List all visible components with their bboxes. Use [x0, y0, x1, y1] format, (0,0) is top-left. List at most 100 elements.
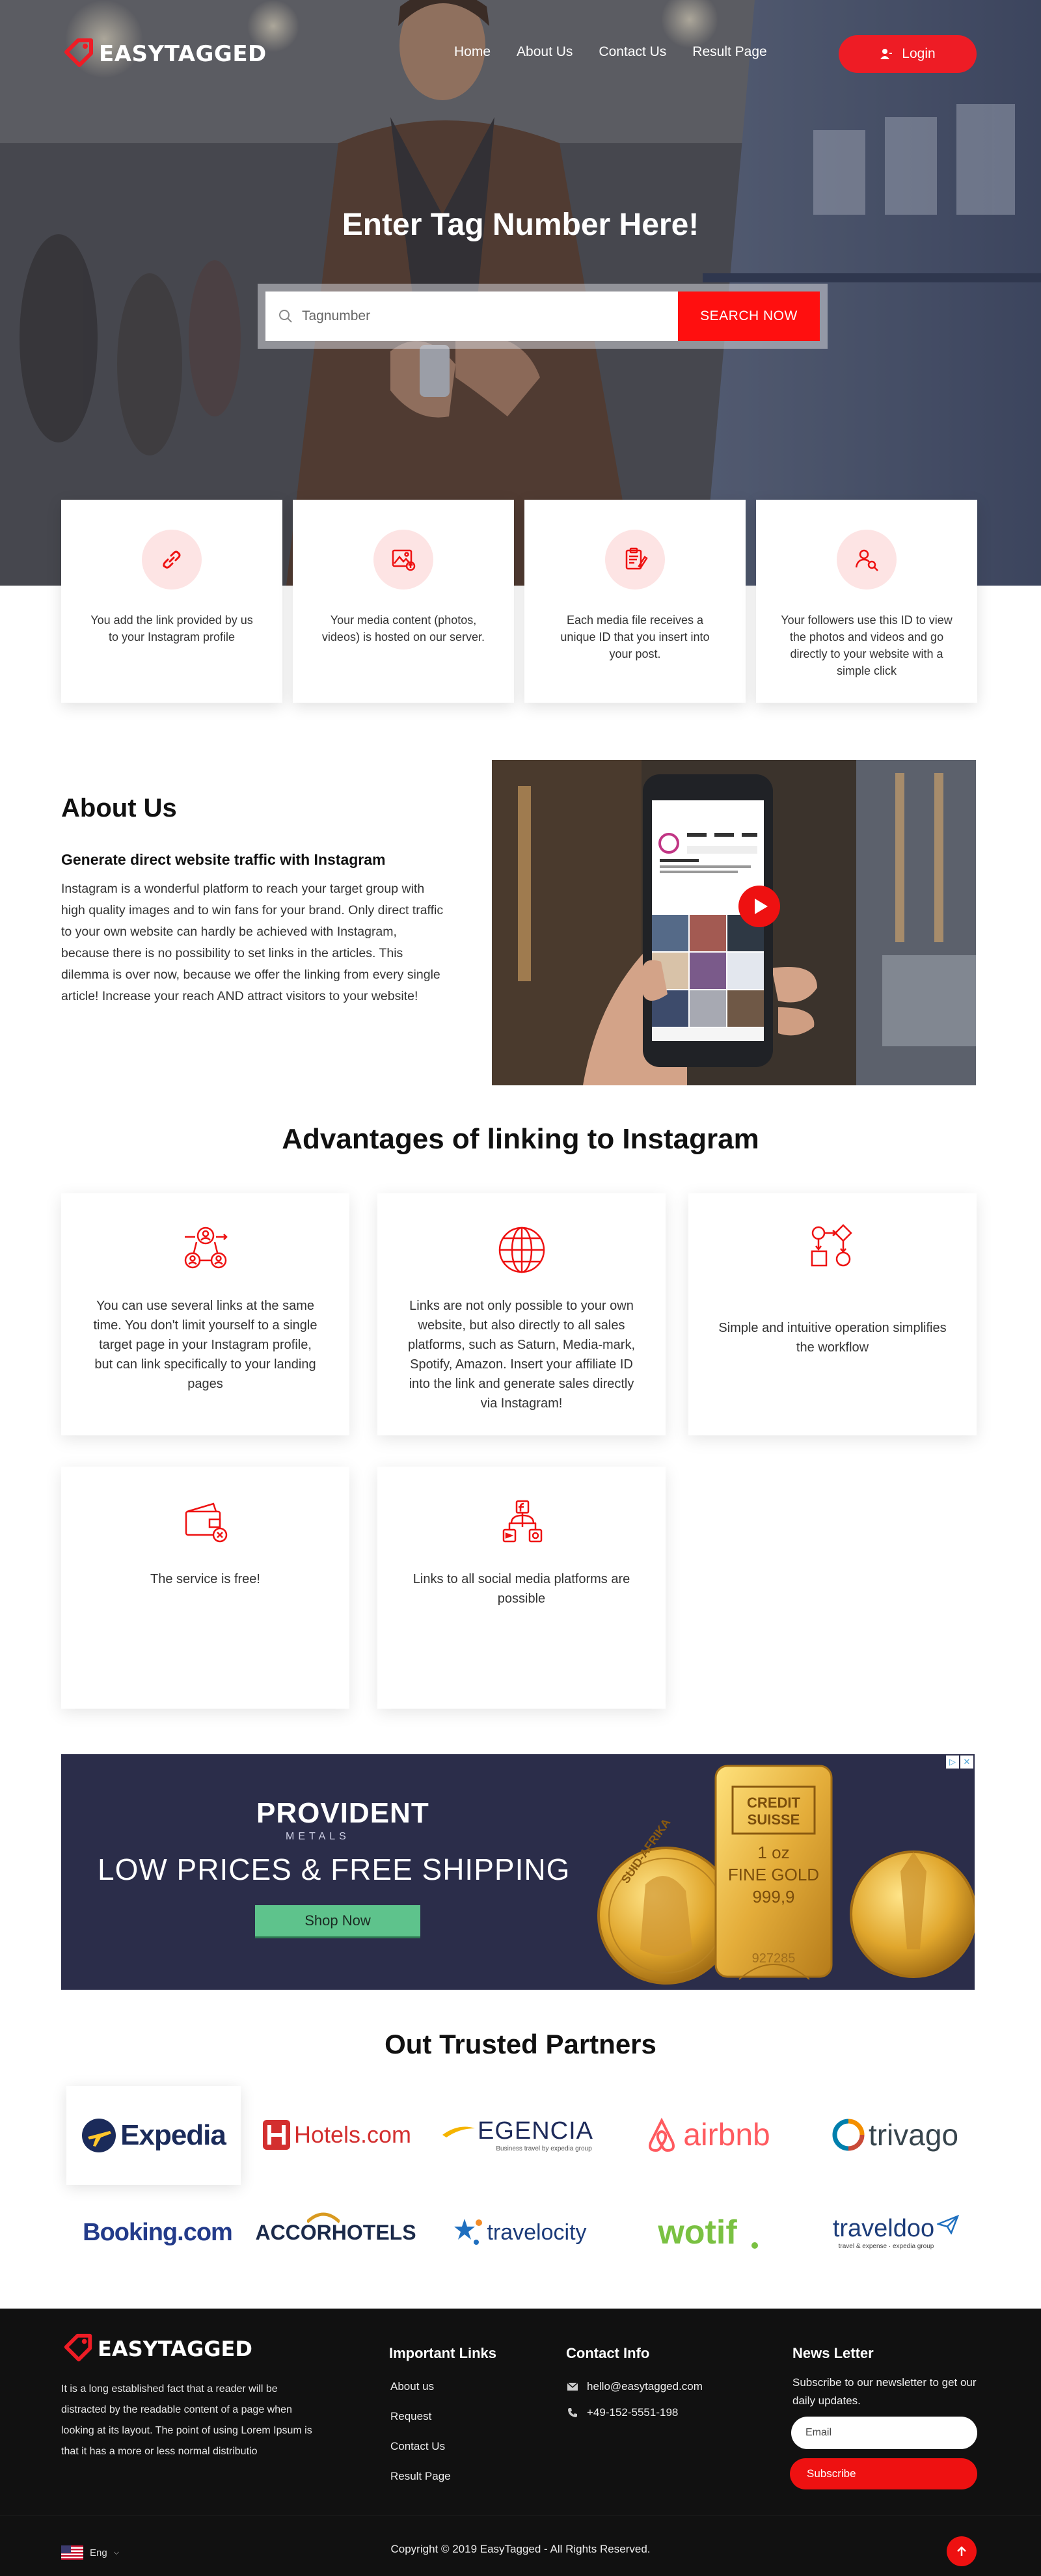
arrow-up-icon — [957, 2546, 966, 2556]
partner-logo-trivago[interactable]: trivago — [817, 2106, 973, 2164]
footer-about-text: It is a long established fact that a rea… — [61, 2383, 312, 2457]
advantage-card: You can use several links at the same ti… — [61, 1193, 349, 1435]
scroll-to-top-button[interactable] — [947, 2536, 977, 2566]
about-title: About Us — [61, 794, 177, 822]
brand-logo[interactable]: EASYTAGGED — [61, 36, 267, 72]
wallet-icon — [176, 1494, 235, 1552]
feature-card: Each media file receives a unique ID tha… — [524, 500, 746, 703]
tag-search-form: SEARCH NOW — [258, 284, 828, 349]
advantage-card: Links to all social media platforms are … — [377, 1467, 666, 1709]
ad-shop-now-button[interactable]: Shop Now — [255, 1905, 420, 1936]
search-field-wrap — [265, 291, 678, 341]
clipboard-edit-icon — [605, 530, 665, 590]
ad-info-icon[interactable]: ▷ — [946, 1756, 959, 1769]
egencia-wordmark: EGENCIA — [442, 2117, 593, 2145]
traveldoo-tagline: travel & expense · expedia group — [838, 2243, 934, 2250]
phone-instagram-image — [492, 760, 976, 1085]
feature-card: Your followers use this ID to view the p… — [756, 500, 977, 703]
partner-logo-airbnb[interactable]: airbnb — [630, 2106, 786, 2164]
phone-icon — [568, 2408, 577, 2417]
envelope-icon — [567, 2383, 578, 2391]
ad-banner[interactable]: PROVIDENT METALS LOW PRICES & FREE SHIPP… — [61, 1754, 975, 1990]
partner-logo-accorhotels[interactable]: ACCORHOTELS — [255, 2203, 416, 2262]
hero-section: EASYTAGGED Home About Us Contact Us Resu… — [0, 0, 1041, 586]
feature-text: You add the link provided by us to your … — [90, 614, 253, 644]
partner-name: wotif — [658, 2214, 737, 2251]
about-subtitle: Generate direct website traffic with Ins… — [61, 851, 386, 868]
footer-link-result[interactable]: Result Page — [390, 2470, 451, 2483]
trivago-ring-icon — [832, 2119, 865, 2151]
paper-plane-icon — [937, 2215, 960, 2234]
partners-title: Out Trusted Partners — [385, 2029, 656, 2059]
user-icon — [880, 49, 893, 59]
nav-result-page[interactable]: Result Page — [692, 44, 766, 60]
login-label: Login — [902, 46, 936, 61]
hero-title: Enter Tag Number Here! — [342, 208, 699, 242]
about-video[interactable] — [492, 760, 976, 1085]
travelocity-star-icon — [454, 2219, 483, 2245]
partner-name: EGENCIA — [477, 2117, 594, 2145]
nav-about-us[interactable]: About Us — [517, 44, 573, 60]
accor-arc-icon — [307, 2212, 340, 2223]
partner-logo-hotels[interactable]: Hotels.com — [259, 2106, 415, 2164]
partner-logo-traveldoo[interactable]: traveldoo travel & expense · expedia gro… — [815, 2203, 977, 2262]
footer-links-title: Important Links — [389, 2345, 497, 2361]
social-share-icon — [493, 1494, 551, 1552]
wotif-dot — [751, 2242, 758, 2249]
advantage-card: Links are not only possible to your own … — [377, 1193, 666, 1435]
ad-headline: LOW PRICES & FREE SHIPPING — [98, 1852, 571, 1886]
newsletter-email-input[interactable] — [791, 2417, 977, 2449]
workflow-icon — [804, 1221, 862, 1279]
feature-text: Each media file receives a unique ID tha… — [560, 614, 710, 660]
partner-logo-travelocity[interactable]: travelocity — [442, 2203, 599, 2262]
ad-bar-line3: 1 oz — [757, 1843, 789, 1862]
egencia-tagline: Business travel by expedia group — [496, 2145, 592, 2152]
footer-email-text: hello@easytagged.com — [587, 2380, 703, 2393]
tag-number-input[interactable] — [302, 308, 666, 324]
partner-logo-egencia[interactable]: EGENCIA Business travel by expedia group — [440, 2106, 596, 2164]
advantage-text: Links are not only possible to your own … — [407, 1299, 635, 1411]
login-button[interactable]: Login — [839, 35, 977, 73]
footer-brand-name: EASYTAGGED — [98, 2337, 252, 2361]
nav-contact-us[interactable]: Contact Us — [599, 44, 666, 60]
feature-text: Your media content (photos, videos) is h… — [321, 614, 485, 644]
ad-choices[interactable]: ▷ ✕ — [946, 1756, 973, 1769]
ad-bar-line5: 999,9 — [752, 1887, 794, 1906]
nav-home[interactable]: Home — [454, 44, 491, 60]
user-search-icon — [837, 530, 897, 590]
search-now-button[interactable]: SEARCH NOW — [678, 291, 820, 341]
tag-logo-icon — [64, 38, 93, 67]
advantage-text: The service is free! — [150, 1572, 260, 1586]
footer-link-contact[interactable]: Contact Us — [390, 2440, 445, 2453]
partner-name: trivago — [868, 2118, 959, 2152]
partner-name: airbnb — [683, 2117, 770, 2152]
ad-brand: PROVIDENT — [256, 1797, 429, 1829]
ad-brand-sub: METALS — [286, 1831, 350, 1842]
copyright-text: Copyright © 2019 EasyTagged - All Rights… — [390, 2543, 651, 2555]
advantage-card: The service is free! — [61, 1467, 349, 1709]
tag-logo-icon — [64, 2333, 92, 2362]
footer-logo[interactable]: EASYTAGGED — [61, 2332, 252, 2366]
airbnb-belo-icon — [649, 2117, 675, 2152]
close-icon[interactable]: ✕ — [960, 1756, 973, 1769]
nav-links: Home About Us Contact Us Result Page — [454, 44, 793, 60]
play-button-icon[interactable] — [738, 885, 781, 928]
advantage-text: Links to all social media platforms are … — [412, 1572, 630, 1606]
ad-bar-line1: CREDIT — [747, 1795, 800, 1811]
footer-phone[interactable]: +49-152-5551-198 — [567, 2406, 678, 2419]
accor-wordmark: ACCORHOTELS — [255, 2212, 416, 2245]
footer-link-request[interactable]: Request — [390, 2410, 431, 2423]
search-icon — [279, 310, 292, 323]
partner-name: traveldoo — [832, 2215, 935, 2242]
ad-bar-line2: SUISSE — [748, 1811, 800, 1828]
footer-divider — [0, 2515, 1041, 2516]
partner-logo-expedia[interactable]: Expedia — [66, 2086, 241, 2185]
partner-logo-booking[interactable]: Booking.com — [73, 2203, 242, 2262]
subscribe-button[interactable]: Subscribe — [790, 2458, 977, 2489]
search-box: SEARCH NOW — [265, 291, 820, 341]
footer-email[interactable]: hello@easytagged.com — [567, 2380, 703, 2393]
ad-bar-line4: FINE GOLD — [728, 1865, 819, 1884]
partner-name: Booking.com — [83, 2218, 233, 2246]
partner-logo-wotif[interactable]: wotif — [630, 2203, 786, 2262]
footer-link-about[interactable]: About us — [390, 2380, 434, 2393]
